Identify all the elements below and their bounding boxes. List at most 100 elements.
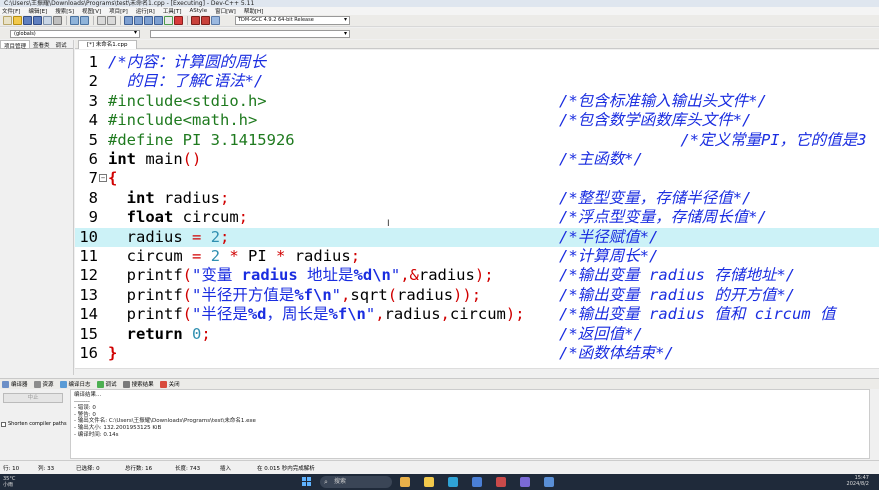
code-line[interactable]: 6 int main() /*主函数*/ <box>75 150 879 169</box>
tab-resources[interactable]: 资源 <box>33 380 54 388</box>
code-line[interactable]: 1 /*内容：计算圆的周长 <box>75 53 879 72</box>
replace-icon[interactable] <box>107 16 116 25</box>
menu-item[interactable]: 文件[F] <box>2 7 20 15</box>
compiler-select[interactable]: TDM-GCC 4.9.2 64-bit Release <box>235 16 350 25</box>
line-number: 7 <box>88 169 98 188</box>
editor-tab-file[interactable]: [*] 未命名1.cpp <box>78 40 137 49</box>
code-token: ,& <box>400 266 419 285</box>
windows-start-icon[interactable] <box>302 477 312 487</box>
new-file-icon[interactable] <box>3 16 12 25</box>
resources-icon <box>33 380 41 388</box>
code-line[interactable]: 8 int radius; /*整型变量，存储半径值*/ <box>75 189 879 208</box>
tab-debug-output[interactable]: 调试 <box>96 380 117 388</box>
edge-browser-icon[interactable] <box>448 477 458 487</box>
code-line[interactable]: 12 printf("变量 radius 地址是%d\n",&radius); /… <box>75 266 879 285</box>
stop-execution-icon[interactable] <box>174 16 183 25</box>
menu-item[interactable]: 项目[P] <box>109 7 128 15</box>
code-token: radius <box>108 227 192 246</box>
shorten-paths-checkbox[interactable] <box>1 421 6 427</box>
close-file-icon[interactable] <box>43 16 52 25</box>
find-icon[interactable] <box>97 16 106 25</box>
code-line[interactable]: 2 的目：了解C语法*/ <box>75 72 879 91</box>
code-token: " <box>390 266 401 285</box>
weather-widget[interactable]: 35°C 小雨 <box>3 476 15 488</box>
menu-item[interactable]: 帮助[H] <box>244 7 263 15</box>
status-parse-time: 在 0.015 秒内完成解析 <box>257 466 315 472</box>
menu-item[interactable]: 窗口[W] <box>215 7 236 15</box>
code-line[interactable]: 15 return 0; /*返回值*/ <box>75 325 879 344</box>
redo-icon[interactable] <box>80 16 89 25</box>
menu-item[interactable]: 搜索[S] <box>55 7 74 15</box>
tab-label: 编译日志 <box>68 382 91 388</box>
code-token: circum <box>449 305 506 324</box>
compile-run-icon[interactable] <box>144 16 153 25</box>
editor-horizontal-scrollbar[interactable] <box>75 368 879 376</box>
symbol-select[interactable] <box>150 29 350 38</box>
compile-log-output[interactable]: 编译结果... -------- - 错误: 0- 警告: 0- 输出文件名: C:… <box>70 389 870 459</box>
menu-item[interactable]: 工具[T] <box>163 7 182 15</box>
app-icon-4[interactable] <box>472 477 482 487</box>
chart-icon[interactable] <box>211 16 220 25</box>
tab-classes[interactable]: 查看类 <box>30 40 53 49</box>
menu-item[interactable]: 编辑[E] <box>28 7 47 15</box>
log-line: -------- <box>74 398 90 405</box>
code-token: ; <box>350 247 361 265</box>
tab-debug[interactable]: 调试 <box>53 40 70 49</box>
debug-icon[interactable] <box>191 16 200 25</box>
code-line[interactable]: 5 #define PI 3.1415926 /*定义常量PI，它的值是3 <box>75 131 879 150</box>
open-file-icon[interactable] <box>13 16 22 25</box>
code-token: circum <box>173 208 239 227</box>
stop-button[interactable]: 中止 <box>3 393 63 403</box>
code-line[interactable]: 4 #include<math.h> /*包含数学函数库头文件*/ <box>75 111 879 130</box>
app-icon-6[interactable] <box>520 477 530 487</box>
scope-select[interactable]: (globals) <box>10 29 140 38</box>
tab-close[interactable]: 关闭 <box>159 380 180 388</box>
run-icon[interactable] <box>134 16 143 25</box>
code-line[interactable]: 16} /*函数体结束*/ <box>75 344 879 363</box>
save-all-icon[interactable] <box>33 16 42 25</box>
print-icon[interactable] <box>53 16 62 25</box>
file-explorer-icon[interactable] <box>424 477 434 487</box>
save-icon[interactable] <box>23 16 32 25</box>
devcpp-taskbar-icon[interactable] <box>544 477 554 487</box>
code-line[interactable]: 9 float circum; /*浮点型变量，存储周长值*/ <box>75 208 879 227</box>
tab-compile-log[interactable]: 编译日志 <box>59 380 91 388</box>
code-line[interactable]: 13 printf("半径开方值是%f\n",sqrt(radius));/*输… <box>75 286 879 305</box>
fold-toggle-icon[interactable]: − <box>99 174 107 183</box>
rebuild-icon[interactable] <box>154 16 163 25</box>
code-text: int radius; <box>108 189 230 208</box>
output-vertical-scrollbar[interactable] <box>870 389 879 459</box>
shorten-paths-option[interactable]: Shorten compiler paths <box>1 421 67 427</box>
tab-search-results[interactable]: 搜索结果 <box>122 380 154 388</box>
taskbar-search-box[interactable]: 搜索 <box>320 476 392 488</box>
compile-icon[interactable] <box>124 16 133 25</box>
code-text: { <box>108 169 117 188</box>
code-token: , <box>375 305 385 324</box>
toolbar-separator <box>93 16 94 25</box>
code-line[interactable]: 14 printf("半径是%d，周长是%f\n",radius,circum)… <box>75 305 879 324</box>
code-line[interactable]: 3 #include<stdio.h> /*包含标准输入输出头文件*/ <box>75 92 879 111</box>
menu-item[interactable]: 视图[V] <box>82 7 101 15</box>
status-insert-mode: 插入 <box>220 466 232 472</box>
code-token: circum <box>108 247 192 265</box>
code-line[interactable]: 11 circum = 2 * PI * radius; /*计算周长*/ <box>75 247 879 266</box>
profile-icon[interactable] <box>201 16 210 25</box>
bottom-panel-tabs: 编译器 资源 编译日志 调试 搜索结果 关闭 <box>0 378 879 389</box>
code-editor[interactable]: I 1/*内容：计算圆的周长 2 的目：了解C语法*/3 #include<stdi… <box>75 50 879 368</box>
code-line[interactable]: 7−{ <box>75 169 879 188</box>
code-token: int <box>108 150 136 168</box>
check-syntax-icon[interactable] <box>164 16 173 25</box>
app-icon-5[interactable] <box>496 477 506 487</box>
system-clock[interactable]: 15:47 2024/8/2 <box>847 475 869 487</box>
menu-item[interactable]: AStyle <box>190 8 208 14</box>
code-text: 的目：了解C语法*/ <box>108 72 264 91</box>
menu-item[interactable]: 运行[R] <box>136 7 155 15</box>
app-icon-1[interactable] <box>400 477 410 487</box>
tab-compiler[interactable]: 编译器 <box>2 380 28 388</box>
undo-icon[interactable] <box>70 16 79 25</box>
tab-project[interactable]: 项目管理 <box>0 40 31 50</box>
code-line[interactable]: 10 radius = 2; /*半径赋值*/ <box>75 227 879 247</box>
